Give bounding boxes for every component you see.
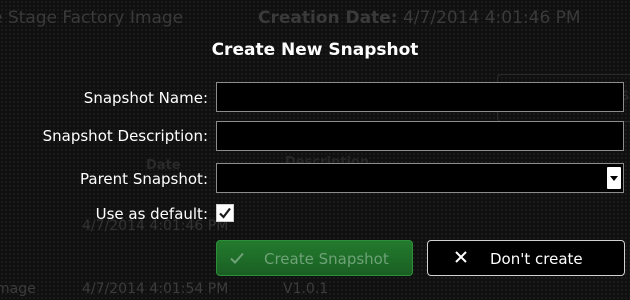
- snapshot-description-label: Snapshot Description:: [42, 127, 208, 145]
- background-row-name: mage: [0, 281, 36, 297]
- background-row-date-2: 4/7/2014 4:01:54 PM: [82, 281, 229, 297]
- dont-create-button-label: Don't create: [490, 250, 583, 268]
- creation-date-value: 4/7/2014 4:01:46 PM: [402, 8, 581, 28]
- close-icon: [455, 251, 467, 263]
- use-default-checkbox[interactable]: [216, 204, 234, 222]
- create-snapshot-button-label: Create Snapshot: [264, 250, 389, 268]
- background-row-version: V1.0.1: [283, 281, 329, 297]
- parent-snapshot-label: Parent Snapshot:: [80, 170, 208, 188]
- parent-snapshot-select[interactable]: [216, 163, 624, 193]
- background-creation-date: Creation Date: 4/7/2014 4:01:46 PM: [258, 8, 581, 28]
- snapshot-screen: e Stage Factory Image Creation Date: 4/7…: [0, 0, 630, 300]
- chevron-down-icon[interactable]: [607, 167, 621, 189]
- snapshot-description-field[interactable]: [216, 121, 624, 151]
- checkmark-icon: [219, 207, 231, 219]
- dont-create-button[interactable]: Don't create: [427, 240, 625, 276]
- snapshot-name-field[interactable]: [216, 82, 624, 112]
- snapshot-name-label: Snapshot Name:: [83, 89, 208, 107]
- checkmark-icon: [230, 252, 244, 264]
- use-default-label: Use as default:: [95, 205, 208, 223]
- create-snapshot-button[interactable]: Create Snapshot: [216, 240, 413, 276]
- creation-date-label: Creation Date:: [258, 8, 398, 28]
- dialog-title: Create New Snapshot: [211, 40, 419, 60]
- background-image-title: e Stage Factory Image: [0, 8, 184, 28]
